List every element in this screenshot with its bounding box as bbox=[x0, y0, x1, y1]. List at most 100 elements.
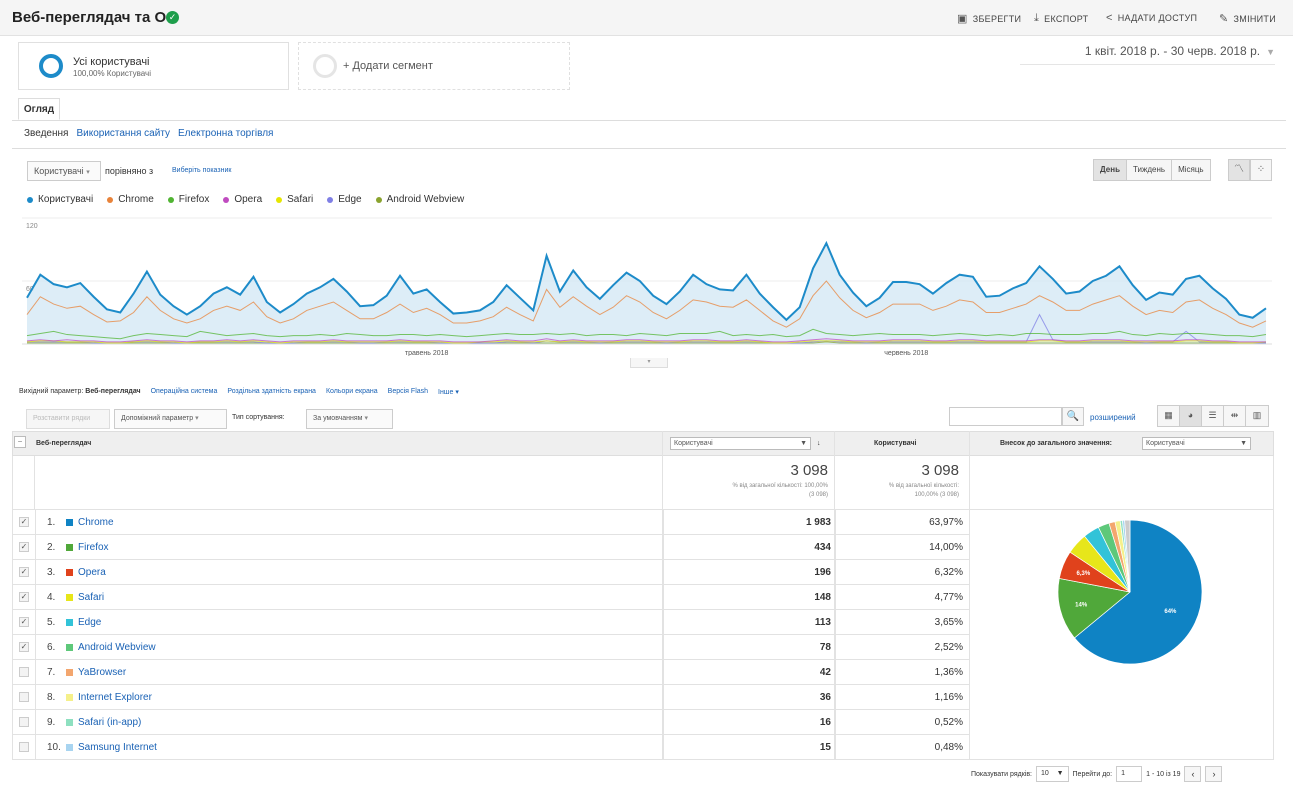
row-browser-link[interactable]: Samsung Internet bbox=[78, 742, 157, 753]
row-browser-link[interactable]: Safari (in-app) bbox=[78, 717, 141, 728]
data-table-icon[interactable]: ▦ bbox=[1158, 406, 1180, 426]
legend-label: Android Webview bbox=[386, 194, 465, 205]
period-day-button[interactable]: День bbox=[1094, 160, 1127, 180]
legend-dot-icon bbox=[27, 196, 33, 203]
date-range-text: 1 квіт. 2018 р. - 30 черв. 2018 р. bbox=[1084, 44, 1261, 58]
legend-item[interactable]: Android Webview bbox=[375, 194, 465, 205]
legend-item[interactable]: Firefox bbox=[167, 194, 209, 205]
row-checkbox[interactable] bbox=[19, 717, 29, 727]
next-page-icon[interactable]: › bbox=[1205, 766, 1223, 782]
legend-item[interactable]: Chrome bbox=[107, 194, 154, 205]
row-checkbox[interactable] bbox=[19, 742, 29, 752]
edit-label: ЗМІНИТИ bbox=[1233, 13, 1276, 24]
chart-resize-handle[interactable]: ▾ bbox=[630, 358, 668, 368]
motion-chart-icon[interactable]: ⁘ bbox=[1250, 159, 1272, 181]
row-checkbox[interactable] bbox=[19, 692, 29, 702]
page-range: 1 - 10 із 19 bbox=[1146, 770, 1181, 778]
subtab-ecommerce[interactable]: Електронна торгівля bbox=[178, 128, 273, 139]
table-search-input[interactable] bbox=[949, 407, 1062, 426]
pie-view-icon[interactable]: ◕ bbox=[1180, 406, 1202, 426]
comparison-view-icon[interactable]: ⇹ bbox=[1224, 406, 1246, 426]
sort-desc-icon[interactable]: ↓ bbox=[817, 431, 821, 456]
dimension-colors[interactable]: Кольори екрана bbox=[326, 388, 378, 396]
dimension-active: Веб-переглядач bbox=[85, 388, 141, 395]
row-checkbox[interactable]: ✓ bbox=[19, 517, 29, 527]
row-browser-link[interactable]: Safari bbox=[78, 592, 104, 603]
row-number: 1. bbox=[47, 517, 56, 528]
pivot-view-icon[interactable]: ▥ bbox=[1246, 406, 1268, 426]
select-all-checkbox[interactable]: − bbox=[14, 436, 26, 448]
row-browser-link[interactable]: Edge bbox=[78, 617, 101, 628]
prev-page-icon[interactable]: ‹ bbox=[1184, 766, 1202, 782]
table-row: 9. Safari (in-app) 16 0,52% bbox=[12, 710, 970, 735]
legend-item[interactable]: Користувачі bbox=[27, 194, 93, 205]
row-color-swatch bbox=[66, 594, 73, 601]
pick-metric-link[interactable]: Виберіть показник bbox=[172, 167, 231, 174]
row-browser-link[interactable]: Firefox bbox=[78, 542, 109, 553]
y-tick-label: 120 bbox=[26, 223, 38, 230]
row-browser-link[interactable]: Opera bbox=[78, 567, 106, 578]
row-number: 9. bbox=[47, 717, 56, 728]
row-checkbox[interactable]: ✓ bbox=[19, 592, 29, 602]
save-button[interactable]: ▣ ЗБЕРЕГТИ bbox=[957, 12, 1021, 25]
performance-view-icon[interactable]: ☰ bbox=[1202, 406, 1224, 426]
dimension-flash[interactable]: Версія Flash bbox=[388, 388, 428, 396]
row-checkbox[interactable]: ✓ bbox=[19, 542, 29, 552]
header-contribution-select[interactable]: Користувачі ▼ bbox=[1142, 437, 1251, 450]
header-dimension[interactable]: Веб-переглядач bbox=[36, 431, 91, 456]
legend-item[interactable]: Opera bbox=[223, 194, 262, 205]
legend-item[interactable]: Edge bbox=[327, 194, 362, 205]
period-week-button[interactable]: Тиждень bbox=[1127, 160, 1173, 180]
header-users[interactable]: Користувачі bbox=[874, 431, 916, 456]
table-row: ✓ 5. Edge 113 3,65% bbox=[12, 610, 970, 635]
legend-label: Користувачі bbox=[38, 194, 94, 205]
subtab-summary[interactable]: Зведення bbox=[24, 128, 68, 139]
table-row: ✓ 1. Chrome 1 983 63,97% bbox=[12, 510, 970, 535]
line-chart-icon[interactable]: 〽 bbox=[1228, 159, 1250, 181]
tab-overview[interactable]: Огляд bbox=[18, 98, 60, 120]
export-button[interactable]: ⤓ ЕКСПОРТ bbox=[1034, 12, 1088, 25]
row-checkbox[interactable] bbox=[19, 667, 29, 677]
row-number: 3. bbox=[47, 567, 56, 578]
row-users-percent: 14,00% bbox=[929, 542, 963, 553]
row-number: 2. bbox=[47, 542, 56, 553]
legend-label: Chrome bbox=[118, 194, 154, 205]
caret-down-icon: ▾ bbox=[455, 389, 459, 396]
row-color-swatch bbox=[66, 544, 73, 551]
row-browser-link[interactable]: Android Webview bbox=[78, 642, 156, 653]
dimension-resolution[interactable]: Роздільна здатність екрана bbox=[227, 388, 316, 396]
dimension-other[interactable]: Інше ▾ bbox=[438, 388, 459, 396]
search-icon[interactable]: 🔍 bbox=[1062, 407, 1084, 426]
secondary-dimension-select[interactable]: Допоміжний параметр ▾ bbox=[114, 409, 227, 429]
explorer-subtabs: Зведення Використання сайту Електронна т… bbox=[24, 128, 273, 139]
row-checkbox[interactable]: ✓ bbox=[19, 642, 29, 652]
pie-slice-label: 14% bbox=[1075, 602, 1088, 608]
advanced-filter-link[interactable]: розширений bbox=[1090, 413, 1136, 422]
segment-subtitle: 100,00% Користувачі bbox=[73, 69, 151, 78]
row-users: 78 bbox=[819, 642, 831, 653]
row-checkbox[interactable]: ✓ bbox=[19, 567, 29, 577]
legend-item[interactable]: Safari bbox=[276, 194, 313, 205]
row-browser-link[interactable]: YaBrowser bbox=[78, 667, 126, 678]
edit-button[interactable]: ✎ ЗМІНИТИ bbox=[1219, 12, 1276, 25]
subtab-site-usage[interactable]: Використання сайту bbox=[76, 128, 170, 139]
row-browser-link[interactable]: Chrome bbox=[78, 517, 114, 528]
add-segment-button[interactable]: + Додати сегмент bbox=[298, 42, 570, 90]
dimension-os[interactable]: Операційна система bbox=[151, 388, 218, 396]
row-users: 1 983 bbox=[805, 517, 831, 528]
segment-all-users[interactable]: Усі користувачі 100,00% Користувачі bbox=[18, 42, 289, 90]
metric-select[interactable]: Користувачі ▾ bbox=[27, 161, 101, 181]
cell-divider bbox=[35, 710, 36, 735]
row-browser-link[interactable]: Internet Explorer bbox=[78, 692, 152, 703]
goto-input[interactable]: 1 bbox=[1116, 766, 1143, 782]
sort-type-value: За умовчанням bbox=[313, 415, 363, 422]
table-view-switcher: ▦ ◕ ☰ ⇹ ▥ bbox=[1157, 405, 1269, 427]
period-month-button[interactable]: Місяць bbox=[1172, 160, 1210, 180]
share-button[interactable]: < НАДАТИ ДОСТУП bbox=[1106, 12, 1197, 24]
row-checkbox[interactable]: ✓ bbox=[19, 617, 29, 627]
rows-per-page-select[interactable]: 10 ▼ bbox=[1036, 766, 1069, 782]
header-metric-select[interactable]: Користувачі ▼ bbox=[670, 437, 811, 450]
date-range-picker[interactable]: 1 квіт. 2018 р. - 30 черв. 2018 р. ▼ bbox=[1020, 44, 1275, 65]
sort-type-select[interactable]: За умовчанням ▾ bbox=[306, 409, 393, 429]
plot-rows-button[interactable]: Розставити рядки bbox=[26, 409, 110, 429]
